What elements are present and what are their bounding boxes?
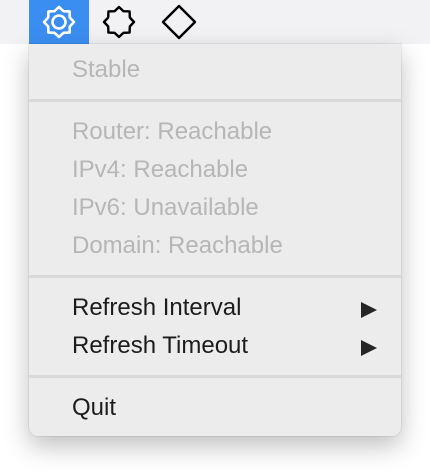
menu-bar: [0, 0, 430, 44]
menu-separator: [29, 99, 401, 102]
menu-separator: [29, 375, 401, 378]
menu-item-ipv6-status: IPv6: Unavailable: [72, 194, 259, 221]
submenu-arrow-icon: [361, 340, 377, 356]
menu-item-domain-status: Domain: Reachable: [72, 232, 283, 259]
menu-item-refresh-interval[interactable]: Refresh Interval: [29, 289, 401, 327]
menu-item-refresh-timeout[interactable]: Refresh Timeout: [29, 327, 401, 365]
refresh-timeout-label: Refresh Timeout: [72, 332, 249, 359]
network-status-icon: [41, 4, 77, 40]
status-item-octagon[interactable]: [89, 0, 149, 44]
refresh-interval-label: Refresh Interval: [72, 294, 242, 321]
menu-item-ipv4-status: IPv4: Reachable: [72, 156, 249, 183]
menu-separator: [29, 275, 401, 278]
diamond-status-icon: [161, 4, 197, 40]
status-dropdown-menu: Stable Router: Reachable IPv4: Reachable…: [29, 44, 401, 436]
menu-item-status: Stable: [72, 56, 141, 83]
status-item-diamond[interactable]: [149, 0, 209, 44]
status-item-network[interactable]: [29, 0, 89, 44]
octagon-status-icon: [101, 4, 137, 40]
submenu-arrow-icon: [361, 302, 377, 318]
menu-item-router-status: Router: Reachable: [72, 118, 273, 145]
menu-item-quit[interactable]: Quit: [29, 389, 401, 427]
